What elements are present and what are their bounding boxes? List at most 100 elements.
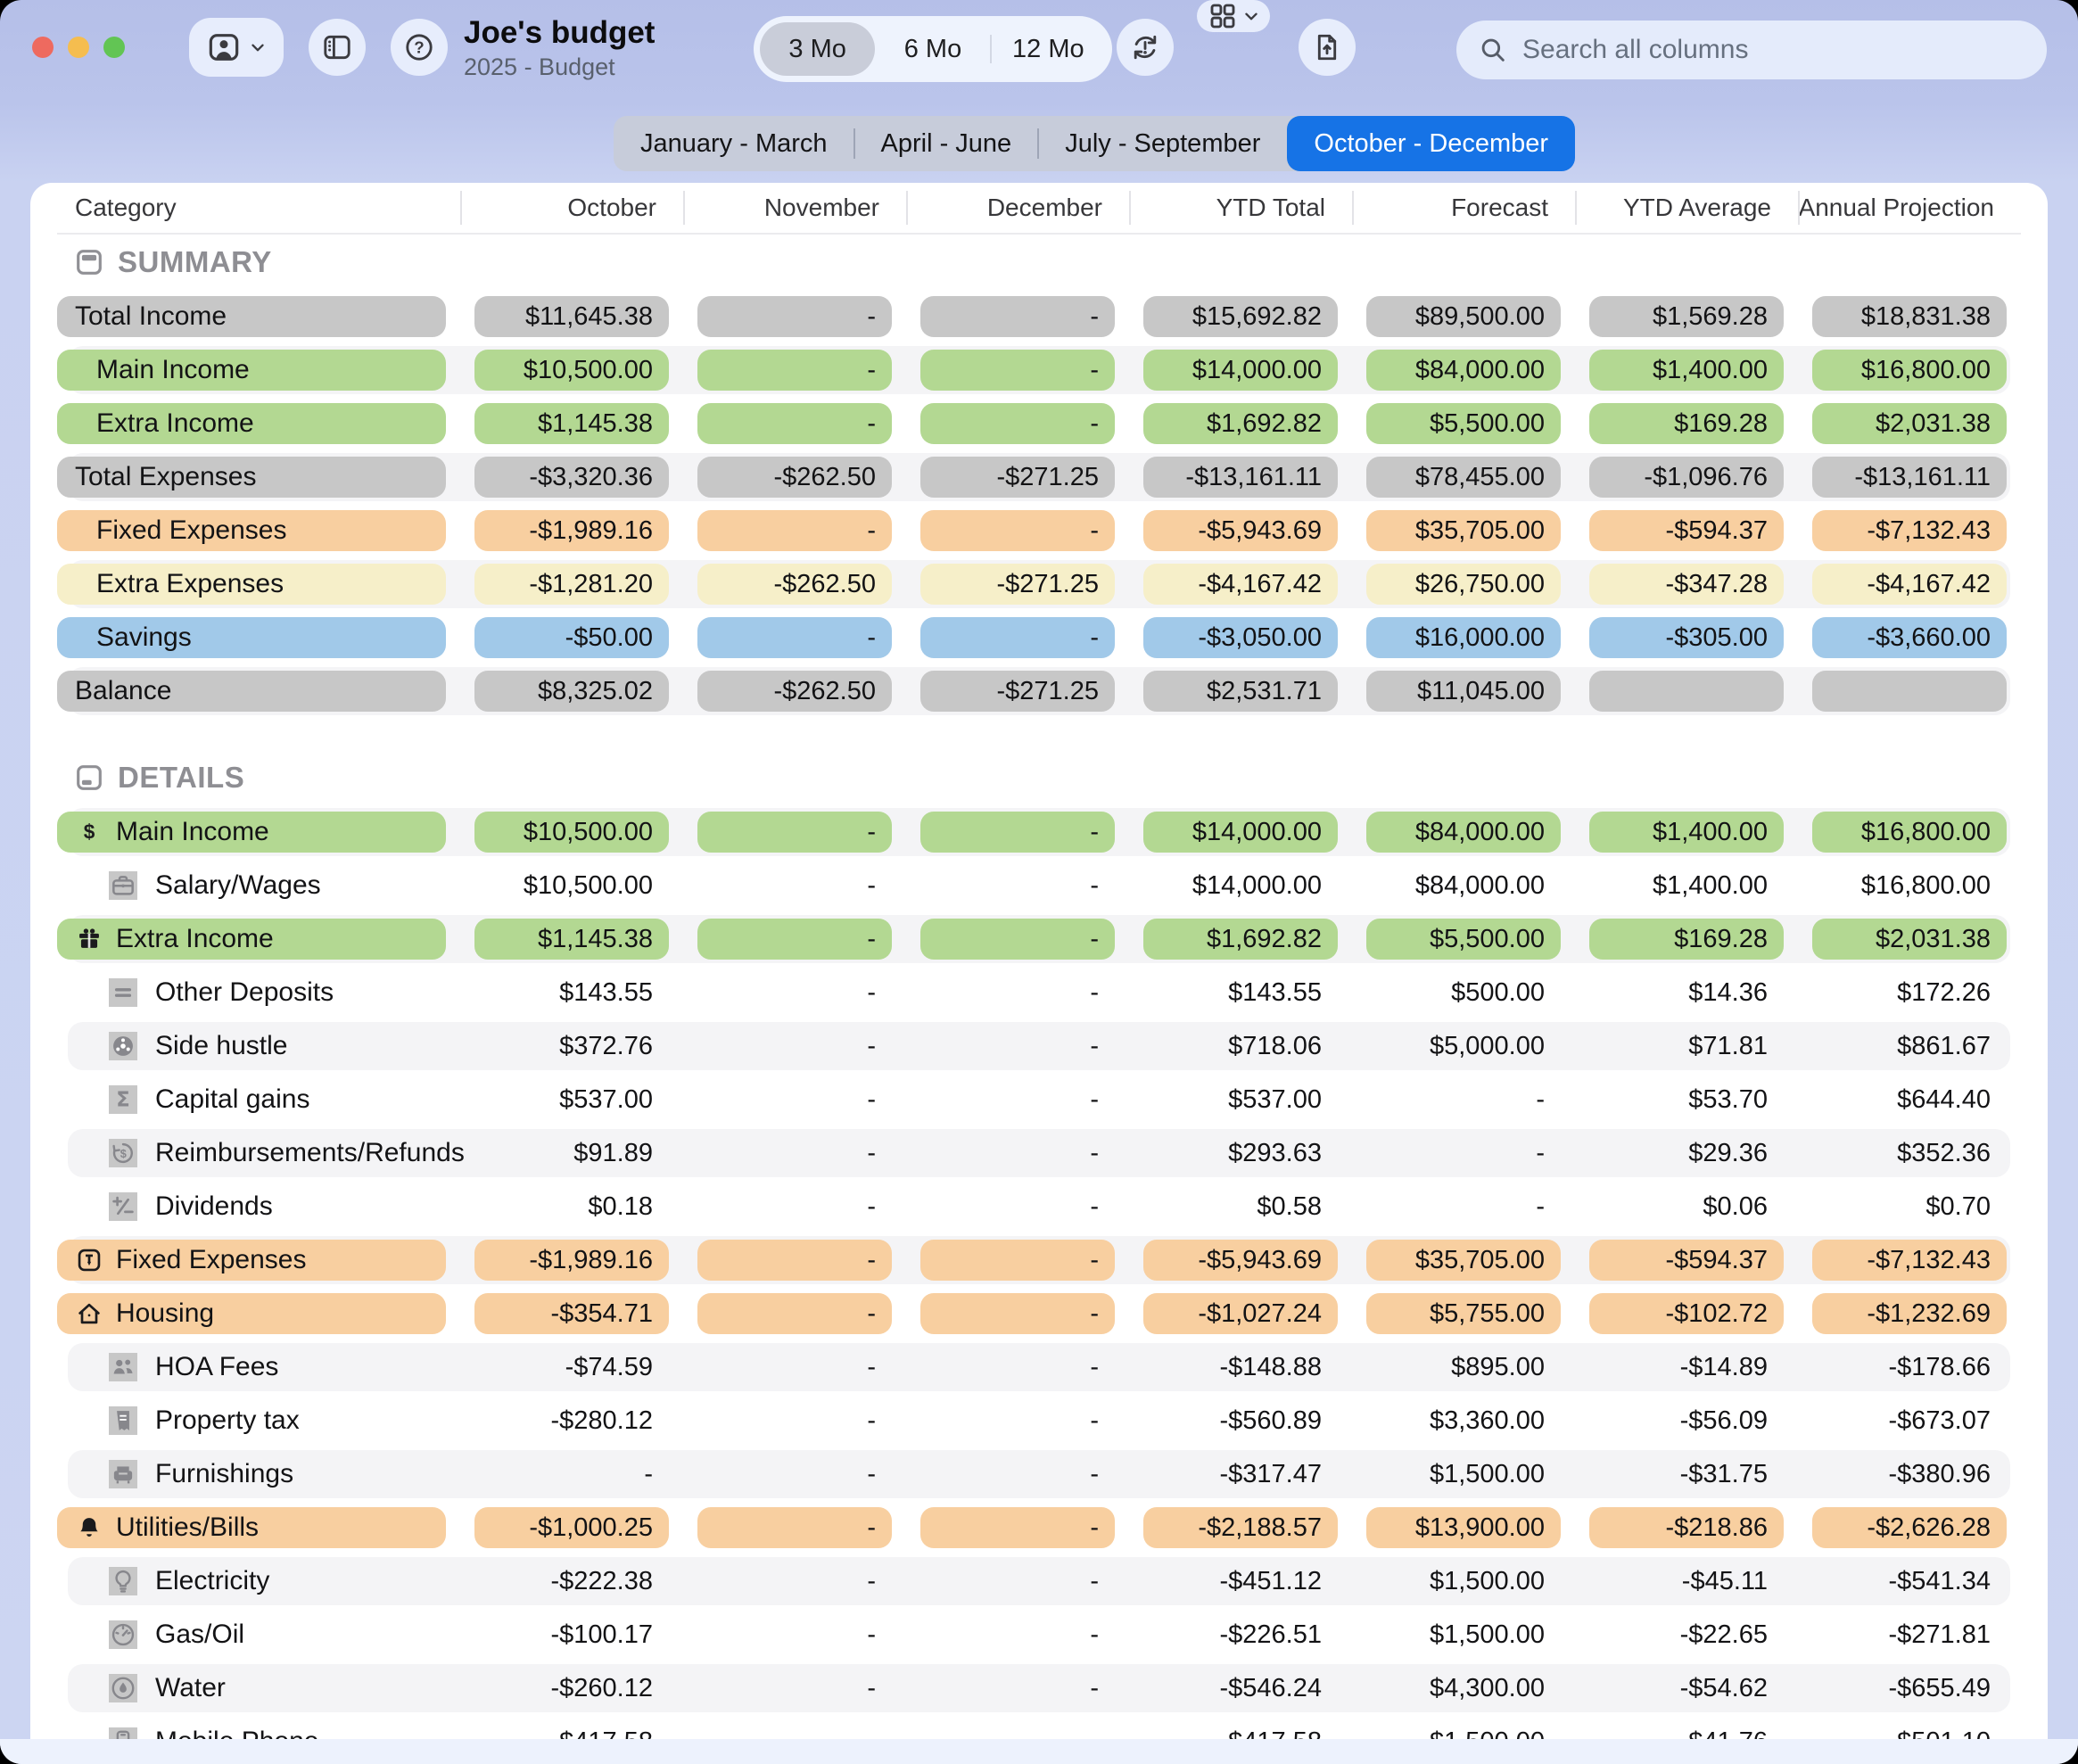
cell-october[interactable]: - (460, 1447, 683, 1501)
category-cell[interactable]: Water (57, 1673, 460, 1703)
cell-november[interactable]: - (683, 966, 906, 1019)
cell-december[interactable]: - (906, 966, 1129, 1019)
cell-october[interactable]: -$280.12 (460, 1394, 683, 1447)
cell-november[interactable]: - (683, 1180, 906, 1233)
column-header-october[interactable]: October (460, 183, 683, 233)
cell-annual-projection[interactable]: -$3,660.00 (1798, 611, 2021, 664)
table-row-salary-wages[interactable]: Salary/Wages$10,500.00--$14,000.00$84,00… (57, 859, 2021, 912)
cell-october[interactable]: $8,325.02 (460, 664, 683, 718)
table-row-extra-income[interactable]: Extra Income$1,145.38--$1,692.82$5,500.0… (57, 912, 2021, 966)
table-row-capital-gains[interactable]: ΣCapital gains$537.00--$537.00-$53.70$64… (57, 1073, 2021, 1126)
cell-october[interactable]: $11,645.38 (460, 290, 683, 343)
category-pill[interactable]: Total Income (57, 296, 446, 337)
cell-forecast[interactable]: - (1352, 1180, 1575, 1233)
cell-december[interactable]: - (906, 504, 1129, 557)
column-header-november[interactable]: November (683, 183, 906, 233)
cell-forecast[interactable]: $1,500.00 (1352, 1608, 1575, 1661)
cell-ytd-total[interactable]: -$2,188.57 (1129, 1501, 1352, 1554)
cell-ytd-average[interactable]: $1,569.28 (1575, 290, 1798, 343)
category-pill[interactable]: Main Income (57, 350, 446, 391)
cell-december[interactable]: -$271.25 (906, 664, 1129, 718)
cell-ytd-average[interactable]: -$54.62 (1575, 1661, 1798, 1715)
cell-ytd-average[interactable]: -$347.28 (1575, 557, 1798, 611)
table-row-property-tax[interactable]: Property tax-$280.12---$560.89$3,360.00-… (57, 1394, 2021, 1447)
cell-ytd-total[interactable]: -$148.88 (1129, 1340, 1352, 1394)
cell-october[interactable]: -$1,989.16 (460, 504, 683, 557)
cell-annual-projection[interactable]: $352.36 (1798, 1126, 2021, 1180)
table-row-dividends[interactable]: Dividends$0.18--$0.58-$0.06$0.70 (57, 1180, 2021, 1233)
cell-december[interactable]: - (906, 290, 1129, 343)
cell-annual-projection[interactable]: -$541.34 (1798, 1554, 2021, 1608)
category-pill[interactable]: $Main Income (57, 812, 446, 853)
cell-annual-projection[interactable]: -$2,626.28 (1798, 1501, 2021, 1554)
cell-annual-projection[interactable]: $18,831.38 (1798, 290, 2021, 343)
cell-forecast[interactable]: $89,500.00 (1352, 290, 1575, 343)
category-cell[interactable]: Furnishings (57, 1459, 460, 1489)
sidebar-toggle-button[interactable] (309, 19, 366, 76)
tab-july-september[interactable]: July - September (1038, 116, 1287, 171)
cell-annual-projection[interactable]: -$673.07 (1798, 1394, 2021, 1447)
cell-forecast[interactable]: $26,750.00 (1352, 557, 1575, 611)
cell-december[interactable]: - (906, 1340, 1129, 1394)
cell-november[interactable]: - (683, 912, 906, 966)
cell-october[interactable]: -$260.12 (460, 1661, 683, 1715)
cell-november[interactable]: -$262.50 (683, 664, 906, 718)
cell-ytd-total[interactable]: $14,000.00 (1129, 805, 1352, 859)
cell-forecast[interactable]: $1,500.00 (1352, 1554, 1575, 1608)
cell-ytd-average[interactable] (1575, 664, 1798, 718)
cell-december[interactable]: - (906, 805, 1129, 859)
table-row-total-income[interactable]: Total Income$11,645.38--$15,692.82$89,50… (57, 290, 2021, 343)
cell-ytd-total[interactable]: $293.63 (1129, 1126, 1352, 1180)
zoom-button[interactable] (103, 37, 125, 58)
layout-menu-button[interactable] (1197, 0, 1270, 32)
table-row-main-income[interactable]: Main Income$10,500.00--$14,000.00$84,000… (57, 343, 2021, 397)
cell-december[interactable]: - (906, 1394, 1129, 1447)
cell-annual-projection[interactable]: -$1,232.69 (1798, 1287, 2021, 1340)
table-row-fixed-expenses[interactable]: Fixed Expenses-$1,989.16---$5,943.69$35,… (57, 504, 2021, 557)
cell-ytd-total[interactable]: -$13,161.11 (1129, 450, 1352, 504)
cell-december[interactable]: - (906, 1554, 1129, 1608)
cell-october[interactable]: -$222.38 (460, 1554, 683, 1608)
cell-november[interactable]: - (683, 1394, 906, 1447)
cell-november[interactable]: - (683, 1073, 906, 1126)
cell-forecast[interactable]: $84,000.00 (1352, 805, 1575, 859)
cell-annual-projection[interactable]: $16,800.00 (1798, 859, 2021, 912)
category-pill[interactable]: Fixed Expenses (57, 510, 446, 551)
cell-ytd-total[interactable]: $718.06 (1129, 1019, 1352, 1073)
cell-ytd-average[interactable]: -$22.65 (1575, 1608, 1798, 1661)
cell-ytd-average[interactable]: -$1,096.76 (1575, 450, 1798, 504)
category-pill[interactable]: Extra Expenses (57, 564, 446, 605)
table-row-hoa-fees[interactable]: HOA Fees-$74.59---$148.88$895.00-$14.89-… (57, 1340, 2021, 1394)
category-cell[interactable]: Side hustle (57, 1031, 460, 1061)
cell-ytd-total[interactable]: -$560.89 (1129, 1394, 1352, 1447)
cell-december[interactable]: -$271.25 (906, 557, 1129, 611)
cell-november[interactable]: - (683, 343, 906, 397)
column-header-december[interactable]: December (906, 183, 1129, 233)
cell-forecast[interactable]: $35,705.00 (1352, 1233, 1575, 1287)
cell-ytd-total[interactable]: $14,000.00 (1129, 343, 1352, 397)
table-row-savings[interactable]: Savings-$50.00---$3,050.00$16,000.00-$30… (57, 611, 2021, 664)
cell-ytd-total[interactable]: -$5,943.69 (1129, 504, 1352, 557)
cell-november[interactable]: - (683, 1126, 906, 1180)
category-cell[interactable]: Dividends (57, 1191, 460, 1222)
cell-annual-projection[interactable]: $0.70 (1798, 1180, 2021, 1233)
tab-april-june[interactable]: April - June (854, 116, 1039, 171)
cell-forecast[interactable]: - (1352, 1073, 1575, 1126)
table-row-balance[interactable]: Balance$8,325.02-$262.50-$271.25$2,531.7… (57, 664, 2021, 718)
cell-forecast[interactable]: $1,500.00 (1352, 1447, 1575, 1501)
cell-ytd-average[interactable]: $169.28 (1575, 912, 1798, 966)
cell-annual-projection[interactable]: $172.26 (1798, 966, 2021, 1019)
sync-alert-button[interactable] (1117, 19, 1174, 76)
cell-ytd-total[interactable]: $1,692.82 (1129, 397, 1352, 450)
search-field[interactable] (1456, 21, 2047, 79)
cell-ytd-average[interactable]: -$102.72 (1575, 1287, 1798, 1340)
cell-october[interactable]: -$1,000.25 (460, 1501, 683, 1554)
cell-december[interactable]: - (906, 1661, 1129, 1715)
cell-october[interactable]: $91.89 (460, 1126, 683, 1180)
cell-november[interactable]: - (683, 397, 906, 450)
cell-november[interactable]: - (683, 805, 906, 859)
category-pill[interactable]: Total Expenses (57, 457, 446, 498)
cell-annual-projection[interactable]: -$4,167.42 (1798, 557, 2021, 611)
cell-november[interactable]: - (683, 1501, 906, 1554)
category-pill[interactable]: Savings (57, 617, 446, 658)
